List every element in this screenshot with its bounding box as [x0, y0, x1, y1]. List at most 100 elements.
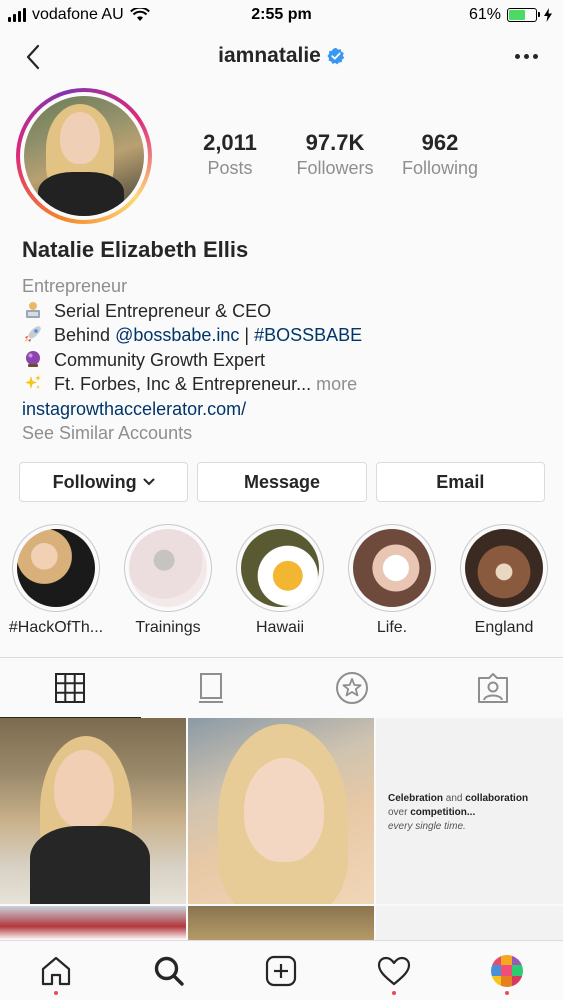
post-thumbnail[interactable]	[188, 906, 374, 940]
username-title: iamnatalie	[0, 44, 563, 68]
highlight-cover-ring	[236, 524, 324, 612]
posts-count: 2,011	[203, 130, 257, 155]
profile-tabs	[0, 657, 563, 718]
status-right: 61%	[469, 6, 553, 24]
website-link[interactable]: instagrowthaccelerator.com/	[22, 397, 542, 422]
post-thumbnail[interactable]	[0, 906, 186, 940]
posts-label: Posts	[207, 158, 253, 178]
post-thumbnail[interactable]	[0, 718, 186, 904]
highlight-label: Hawaii	[255, 619, 304, 636]
highlight-cover	[241, 529, 319, 607]
bio-line-3: Community Growth Expert	[22, 348, 542, 373]
bio-line-4: Ft. Forbes, Inc & Entrepreneur... more	[22, 372, 542, 397]
tab-guides[interactable]	[282, 658, 423, 718]
see-similar-accounts-link[interactable]: See Similar Accounts	[22, 421, 542, 446]
feed-view-icon	[199, 673, 224, 703]
profile-actions: Following Message Email	[19, 462, 545, 502]
nav-profile[interactable]	[450, 941, 563, 1000]
bio-line-2-prefix: Behind	[54, 325, 116, 345]
highlight-cover-ring	[12, 524, 100, 612]
heart-icon	[377, 956, 411, 985]
following-button[interactable]: Following	[19, 462, 189, 502]
highlight-label: Trainings	[135, 619, 201, 636]
nav-new-post[interactable]	[225, 941, 338, 1000]
highlight-cover	[353, 529, 431, 607]
full-name: Natalie Elizabeth Ellis	[22, 237, 249, 262]
status-bar: vodafone AU 2:55 pm 61%	[0, 0, 563, 32]
posts-stat[interactable]: 2,011 Posts	[180, 130, 280, 180]
email-button[interactable]: Email	[375, 462, 545, 502]
highlight-cover-ring	[460, 524, 548, 612]
post-thumbnail[interactable]	[376, 906, 563, 940]
home-icon	[42, 956, 71, 985]
post-thumbnail[interactable]: Celebration and collaboration over compe…	[376, 718, 563, 904]
battery-fill	[509, 10, 525, 20]
posts-grid: Celebration and collaboration over compe…	[0, 718, 563, 940]
quote-word-and: and	[443, 793, 466, 804]
battery-percent: 61%	[468, 6, 501, 23]
bossbabe-hashtag-link[interactable]: #BOSSBABE	[254, 325, 362, 345]
post-thumbnail[interactable]	[188, 718, 374, 904]
profile-tab-avatar	[490, 954, 523, 987]
search-icon	[154, 956, 184, 986]
category-label: Entrepreneur	[22, 276, 128, 296]
nav-home[interactable]	[0, 941, 113, 1000]
quote-word-collaboration: collaboration	[465, 793, 529, 804]
followers-label: Followers	[296, 158, 374, 178]
following-label: Following	[401, 158, 479, 178]
followers-stat[interactable]: 97.7K Followers	[285, 130, 385, 180]
highlight-life[interactable]: Life.	[336, 524, 448, 637]
bio-line-2-separator: |	[239, 325, 255, 345]
tagged-person-icon	[477, 673, 508, 703]
highlight-trainings[interactable]: Trainings	[112, 524, 224, 637]
bio-more-link[interactable]: more	[316, 374, 357, 394]
bio-line-2: Behind @bossbabe.inc | #BOSSBABE	[22, 323, 542, 348]
post-photo-face	[244, 758, 324, 862]
laptop-person-emoji-icon	[22, 301, 44, 319]
nav-activity[interactable]	[338, 941, 451, 1000]
bio-line-1: Serial Entrepreneur & CEO	[22, 299, 542, 324]
charging-icon	[544, 8, 552, 22]
highlight-hackoftheday[interactable]: #HackOfTh...	[0, 524, 112, 637]
tab-tagged[interactable]	[422, 658, 563, 718]
following-stat[interactable]: 962 Following	[390, 130, 490, 180]
following-button-label: Following	[52, 471, 137, 492]
bossbabe-mention-link[interactable]: @bossbabe.inc	[115, 325, 239, 345]
quote-word-celebration: Celebration	[388, 793, 444, 804]
highlight-label: #HackOfTh...	[8, 619, 104, 636]
highlight-cover-ring	[348, 524, 436, 612]
avatar-face	[60, 112, 100, 164]
notification-dot	[504, 991, 509, 995]
quote-line-3: every single time.	[388, 821, 466, 832]
rocket-emoji-icon	[22, 325, 44, 343]
highlight-label: England	[474, 619, 534, 636]
chevron-down-icon	[143, 478, 155, 486]
more-options-button[interactable]	[511, 44, 541, 68]
more-dot	[532, 53, 538, 59]
bottom-navigation	[0, 940, 563, 1000]
grid-icon	[55, 673, 86, 703]
more-dot	[514, 53, 520, 59]
add-post-icon	[266, 955, 297, 986]
post-photo-face	[54, 750, 114, 828]
story-highlights: #HackOfTh... Trainings Hawaii Life. Engl…	[0, 524, 563, 637]
post-photo-shirt	[30, 826, 150, 904]
avatar-shirt	[38, 172, 124, 216]
quote-graphic: Celebration and collaboration over compe…	[388, 792, 528, 834]
tab-igtv[interactable]	[141, 658, 282, 718]
highlight-cover	[465, 529, 543, 607]
quote-word-over: over	[388, 807, 411, 818]
highlight-england[interactable]: England	[448, 524, 560, 637]
profile-avatar[interactable]	[16, 88, 152, 224]
quote-line-2: over competition...	[388, 806, 528, 820]
nav-search[interactable]	[113, 941, 226, 1000]
highlight-cover	[17, 529, 95, 607]
quote-line-1: Celebration and collaboration	[388, 792, 528, 806]
notification-dot	[392, 991, 397, 995]
message-button[interactable]: Message	[197, 462, 367, 502]
more-dot	[523, 53, 529, 59]
sparkles-emoji-icon	[22, 374, 44, 392]
tab-grid[interactable]	[0, 658, 141, 718]
profile-header-bar: iamnatalie	[0, 32, 563, 84]
highlight-hawaii[interactable]: Hawaii	[224, 524, 336, 637]
